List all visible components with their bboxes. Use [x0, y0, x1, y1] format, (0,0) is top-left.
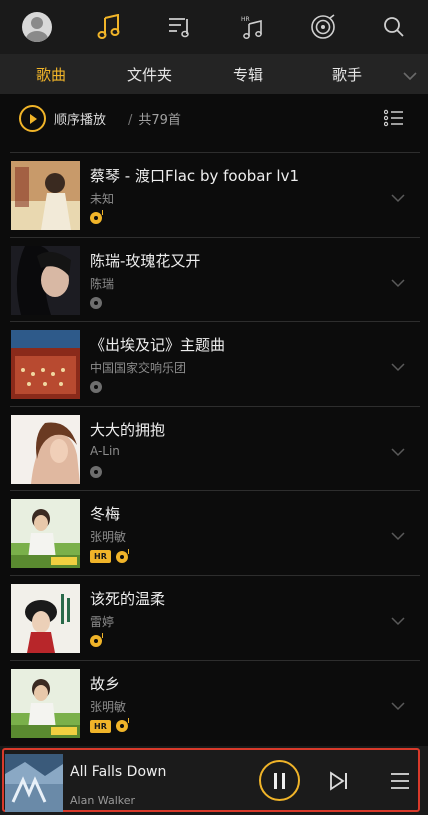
album-cover — [11, 161, 80, 230]
album-cover — [11, 245, 80, 315]
play-all-button[interactable] — [19, 105, 46, 132]
disc-icon — [115, 718, 129, 733]
pause-icon — [274, 772, 277, 789]
album-cover — [11, 499, 80, 569]
chevron-down-icon[interactable] — [390, 442, 406, 461]
song-title: 《出埃及记》主题曲 — [90, 336, 226, 355]
chevron-down-icon[interactable] — [390, 357, 406, 376]
song-title: 冬梅 — [90, 505, 121, 524]
chevron-down-icon[interactable] — [390, 273, 406, 292]
chevron-down-icon[interactable] — [390, 188, 406, 207]
disc-icon — [90, 465, 102, 478]
divider — [10, 490, 420, 492]
pause-icon — [282, 772, 285, 789]
list-item[interactable]: 蔡琴 - 渡口Flac by foobar lv1 未知 — [0, 152, 428, 237]
song-badges: HR — [90, 548, 129, 564]
tab-folders[interactable]: 文件夹 — [127, 64, 172, 85]
svg-text:HR: HR — [241, 16, 250, 23]
song-title: 大大的拥抱 — [90, 420, 166, 439]
list-item[interactable]: 《出埃及记》主题曲 中国国家交响乐团 — [0, 321, 428, 406]
album-cover — [11, 414, 80, 484]
tab-artists[interactable]: 歌手 — [332, 64, 362, 85]
song-badges — [90, 381, 102, 394]
song-title: 故乡 — [90, 674, 121, 693]
song-artist: 张明敏 — [90, 699, 127, 714]
separator: / — [128, 113, 133, 128]
pause-button[interactable] — [259, 760, 300, 801]
divider — [10, 236, 420, 238]
album-cover — [11, 583, 80, 653]
search-icon[interactable] — [380, 13, 408, 41]
tab-albums[interactable]: 专辑 — [233, 64, 263, 85]
play-mode-label[interactable]: 顺序播放 — [54, 109, 106, 128]
now-playing-artist: Alan Walker — [70, 794, 136, 807]
divider — [10, 405, 420, 407]
now-playing-title: All Falls Down — [70, 764, 167, 780]
album-cover — [11, 668, 80, 738]
list-item[interactable]: 陈瑞-玫瑰花又开 陈瑞 — [0, 236, 428, 322]
chevron-down-icon[interactable] — [390, 526, 406, 545]
music-note-icon[interactable] — [95, 13, 123, 41]
play-queue-icon[interactable] — [390, 771, 410, 795]
divider — [10, 659, 420, 661]
avatar[interactable] — [22, 12, 52, 42]
song-title: 蔡琴 - 渡口Flac by foobar lv1 — [90, 167, 299, 185]
list-item[interactable]: 该死的温柔 雷婷 — [0, 574, 428, 660]
play-mode-row: 顺序播放 / 共79首 — [0, 94, 428, 144]
disc-icon — [115, 548, 129, 563]
song-badges — [90, 296, 102, 309]
album-cover — [11, 330, 80, 400]
song-badges: HR — [90, 718, 129, 733]
chevron-down-icon[interactable] — [390, 696, 406, 715]
song-count: / 共79首 — [128, 109, 181, 128]
song-count-text: 共79首 — [138, 113, 181, 128]
player-highlight-frame — [2, 748, 420, 812]
song-artist: 张明敏 — [90, 530, 127, 545]
divider — [10, 321, 420, 323]
song-title: 陈瑞-玫瑰花又开 — [90, 251, 201, 270]
divider — [10, 574, 420, 576]
hr-badge: HR — [90, 550, 111, 564]
disc-icon — [90, 381, 102, 394]
list-item[interactable]: 大大的拥抱 A-Lin — [0, 405, 428, 491]
song-badges — [90, 465, 102, 478]
song-artist: A-Lin — [90, 443, 120, 458]
song-badges — [90, 210, 103, 224]
list-item[interactable]: 冬梅 张明敏 HR — [0, 490, 428, 575]
category-tabs: 歌曲 文件夹 专辑 歌手 — [0, 54, 428, 94]
song-artist: 未知 — [90, 192, 115, 206]
chevron-down-icon[interactable] — [390, 611, 406, 630]
mini-player[interactable]: All Falls Down Alan Walker — [0, 746, 428, 815]
playlist-icon[interactable] — [166, 13, 194, 41]
hr-music-icon[interactable]: HR — [238, 13, 266, 41]
song-artist: 陈瑞 — [90, 276, 115, 291]
batch-manage-icon[interactable] — [383, 109, 404, 131]
play-icon — [29, 113, 37, 124]
tab-songs[interactable]: 歌曲 — [36, 64, 66, 85]
next-track-icon[interactable] — [329, 771, 349, 795]
now-playing-cover[interactable] — [5, 754, 63, 812]
disc-icon — [90, 296, 102, 309]
song-title: 该死的温柔 — [90, 589, 166, 608]
song-list: 蔡琴 - 渡口Flac by foobar lv1 未知 陈瑞-玫瑰花又开 陈瑞… — [0, 152, 428, 744]
list-item[interactable]: 故乡 张明敏 HR — [0, 659, 428, 745]
divider — [10, 152, 420, 153]
disc-icon — [90, 632, 103, 647]
radio-icon[interactable] — [309, 13, 337, 41]
song-badges — [90, 632, 103, 647]
song-artist: 雷婷 — [90, 614, 115, 629]
hr-badge: HR — [90, 719, 111, 733]
chevron-down-icon[interactable] — [402, 66, 418, 85]
disc-icon — [90, 210, 103, 224]
song-artist: 中国国家交响乐团 — [90, 361, 187, 376]
top-nav-bar: HR — [0, 0, 428, 54]
